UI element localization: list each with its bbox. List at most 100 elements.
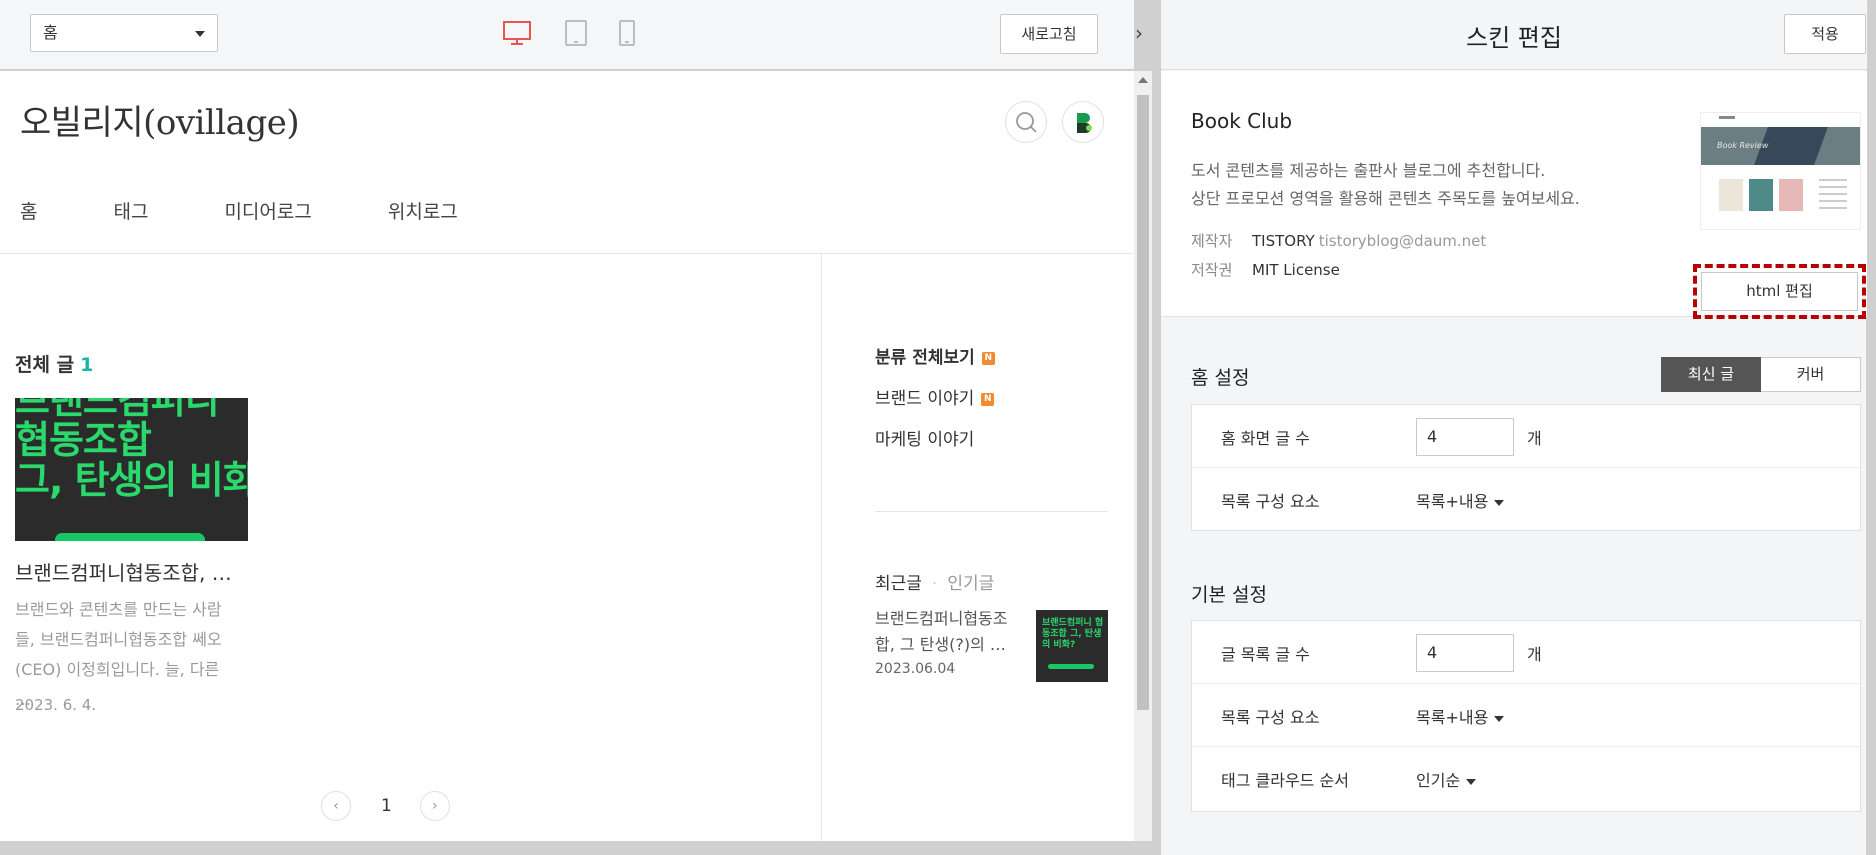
skin-desc-line: 상단 프로모션 영역을 활용해 콘텐츠 주목도를 높여보세요. xyxy=(1191,189,1580,208)
refresh-button[interactable]: 새로고침 xyxy=(1000,14,1098,54)
html-edit-button[interactable]: html 편집 xyxy=(1701,272,1858,311)
category-label: 분류 전체보기 xyxy=(875,348,975,368)
nav-item-tag[interactable]: 태그 xyxy=(113,197,148,224)
new-badge: N xyxy=(981,351,995,365)
select-value: 목록+내용 xyxy=(1416,492,1489,511)
license-label: 저작권 xyxy=(1191,261,1233,279)
blog-title[interactable]: 오빌리지(ovillage) xyxy=(20,95,300,144)
chevron-down-icon xyxy=(1466,778,1477,785)
list-post-count-input[interactable]: 4 xyxy=(1416,634,1514,672)
license-value: MIT License xyxy=(1252,261,1340,279)
skin-desc-line: 도서 콘텐츠를 제공하는 출판사 블로그에 추천합니다. xyxy=(1191,161,1546,180)
page-select-value: 홈 xyxy=(43,23,58,42)
blog-nav: 홈 태그 미디어로그 위치로그 xyxy=(20,197,534,224)
home-list-element-label: 목록 구성 요소 xyxy=(1221,492,1320,511)
setting-row: 목록 구성 요소 목록+내용 xyxy=(1192,468,1860,531)
basic-settings-title: 기본 설정 xyxy=(1191,584,1267,606)
prev-page-button[interactable]: ‹ xyxy=(321,791,351,821)
seg-latest-posts[interactable]: 최신 글 xyxy=(1661,357,1761,392)
preview-toolbar: 홈 새로고침 › xyxy=(0,0,1143,70)
seg-cover[interactable]: 커버 xyxy=(1761,357,1861,392)
home-settings-title: 홈 설정 xyxy=(1191,367,1250,389)
setting-row: 홈 화면 글 수 4 개 xyxy=(1192,405,1860,468)
chevron-down-icon xyxy=(1494,499,1505,506)
nav-item-home[interactable]: 홈 xyxy=(20,197,37,224)
recent-post-thumbnail[interactable]: 브랜드컴퍼니 협동조합 그, 탄생의 비화? xyxy=(1036,610,1108,682)
search-button[interactable] xyxy=(1005,101,1047,143)
setting-row: 목록 구성 요소 목록+내용 xyxy=(1192,684,1860,747)
recent-tabs: 최근글 · 인기글 xyxy=(875,569,994,594)
tab-separator: · xyxy=(931,574,938,594)
panel-header: 스킨 편집 적용 xyxy=(1161,0,1867,70)
panel-title: 스킨 편집 xyxy=(1466,24,1562,52)
category-label: 마케팅 이야기 xyxy=(875,430,975,450)
skin-preview-image: Book Review xyxy=(1700,112,1861,230)
next-page-button[interactable]: › xyxy=(419,791,450,821)
tag-cloud-order-select[interactable]: 인기순 xyxy=(1416,767,1477,791)
preview-bottom-edge xyxy=(0,841,1160,855)
divider xyxy=(0,253,1134,254)
tag-cloud-order-label: 태그 클라우드 순서 xyxy=(1221,771,1349,790)
all-posts-heading: 전체 글1 xyxy=(15,350,93,377)
maker-name: TISTORY xyxy=(1252,232,1315,250)
page-number[interactable]: 1 xyxy=(381,796,392,816)
preview-hero-text: Book Review xyxy=(1717,141,1769,150)
page-select[interactable]: 홈 xyxy=(30,14,218,52)
recent-post-date: 2023.06.04 xyxy=(875,661,956,677)
category-item[interactable]: 마케팅 이야기 xyxy=(875,428,995,452)
tablet-view-icon[interactable] xyxy=(564,20,588,50)
recent-post-title[interactable]: 브랜드컴퍼니협동조합, 그 탄생(?)의 … xyxy=(875,606,1025,658)
new-badge: N xyxy=(981,392,995,406)
basic-list-element-label: 목록 구성 요소 xyxy=(1221,708,1320,727)
home-post-count-input[interactable]: 4 xyxy=(1416,418,1514,456)
skin-description: 도서 콘텐츠를 제공하는 출판사 블로그에 추천합니다. 상단 프로모션 영역을… xyxy=(1191,157,1580,213)
unit-label: 개 xyxy=(1527,429,1542,448)
search-icon xyxy=(1016,112,1037,133)
tab-popular[interactable]: 인기글 xyxy=(947,574,994,594)
category-item[interactable]: 브랜드 이야기 N xyxy=(875,387,995,411)
maker-label: 제작자 xyxy=(1191,232,1233,250)
setting-row: 태그 클라우드 순서 인기순 xyxy=(1192,747,1860,810)
html-edit-highlight: html 편집 xyxy=(1693,264,1866,319)
thumbnail-text: 브랜드컴퍼니 협동조합 그, 탄생의 비화? xyxy=(1042,618,1104,650)
post-date: 2023. 6. 4. xyxy=(15,696,97,714)
divider xyxy=(821,253,822,841)
select-value: 목록+내용 xyxy=(1416,708,1489,727)
divider xyxy=(875,511,1108,512)
maker-email: tistoryblog@daum.net xyxy=(1318,232,1487,250)
tab-recent[interactable]: 최근글 xyxy=(875,574,922,594)
apply-button[interactable]: 적용 xyxy=(1784,14,1866,54)
post-thumbnail[interactable]: 브랜드컴퍼니 협동조합 그, 탄생의 비화? xyxy=(15,398,248,541)
skin-maker: 제작자 TISTORY tistoryblog@daum.net xyxy=(1191,230,1486,251)
avatar[interactable] xyxy=(1062,101,1104,143)
scroll-thumb[interactable] xyxy=(1137,95,1149,710)
basic-list-element-select[interactable]: 목록+내용 xyxy=(1416,704,1505,728)
home-list-element-select[interactable]: 목록+내용 xyxy=(1416,488,1505,512)
thumbnail-bar xyxy=(55,533,205,541)
list-post-count-label: 글 목록 글 수 xyxy=(1221,645,1310,664)
category-item[interactable]: 분류 전체보기 N xyxy=(875,346,995,370)
home-post-count-label: 홈 화면 글 수 xyxy=(1221,429,1310,448)
unit-label: 개 xyxy=(1527,645,1542,664)
post-title[interactable]: 브랜드컴퍼니협동조합, … xyxy=(15,557,250,586)
skin-license: 저작권 MIT License xyxy=(1191,259,1340,280)
preview-scrollbar[interactable] xyxy=(1134,71,1152,841)
select-value: 인기순 xyxy=(1416,771,1461,790)
skin-info: Book Club 도서 콘텐츠를 제공하는 출판사 블로그에 추천합니다. 상… xyxy=(1161,71,1867,319)
desktop-view-icon[interactable] xyxy=(502,20,532,50)
nav-item-locationlog[interactable]: 위치로그 xyxy=(388,197,458,224)
thumbnail-text: 브랜드컴퍼니 협동조합 그, 탄생의 비화? xyxy=(15,398,248,502)
thumbnail-bar xyxy=(1048,664,1094,669)
nav-item-medialog[interactable]: 미디어로그 xyxy=(224,197,311,224)
all-posts-count: 1 xyxy=(80,354,94,376)
collapse-panel-icon[interactable]: › xyxy=(1128,18,1150,48)
mobile-view-icon[interactable] xyxy=(618,20,636,50)
chevron-down-icon xyxy=(1494,715,1505,722)
brand-logo-icon xyxy=(1077,113,1092,133)
pagination: ‹ 1 › xyxy=(321,791,450,821)
skin-edit-panel: 스킨 편집 적용 Book Club 도서 콘텐츠를 제공하는 출판사 블로그에… xyxy=(1160,0,1867,855)
skin-name: Book Club xyxy=(1191,109,1293,133)
scroll-up-icon[interactable] xyxy=(1138,77,1148,83)
home-type-toggle: 최신 글 커버 xyxy=(1661,357,1861,392)
category-label: 브랜드 이야기 xyxy=(875,389,975,409)
